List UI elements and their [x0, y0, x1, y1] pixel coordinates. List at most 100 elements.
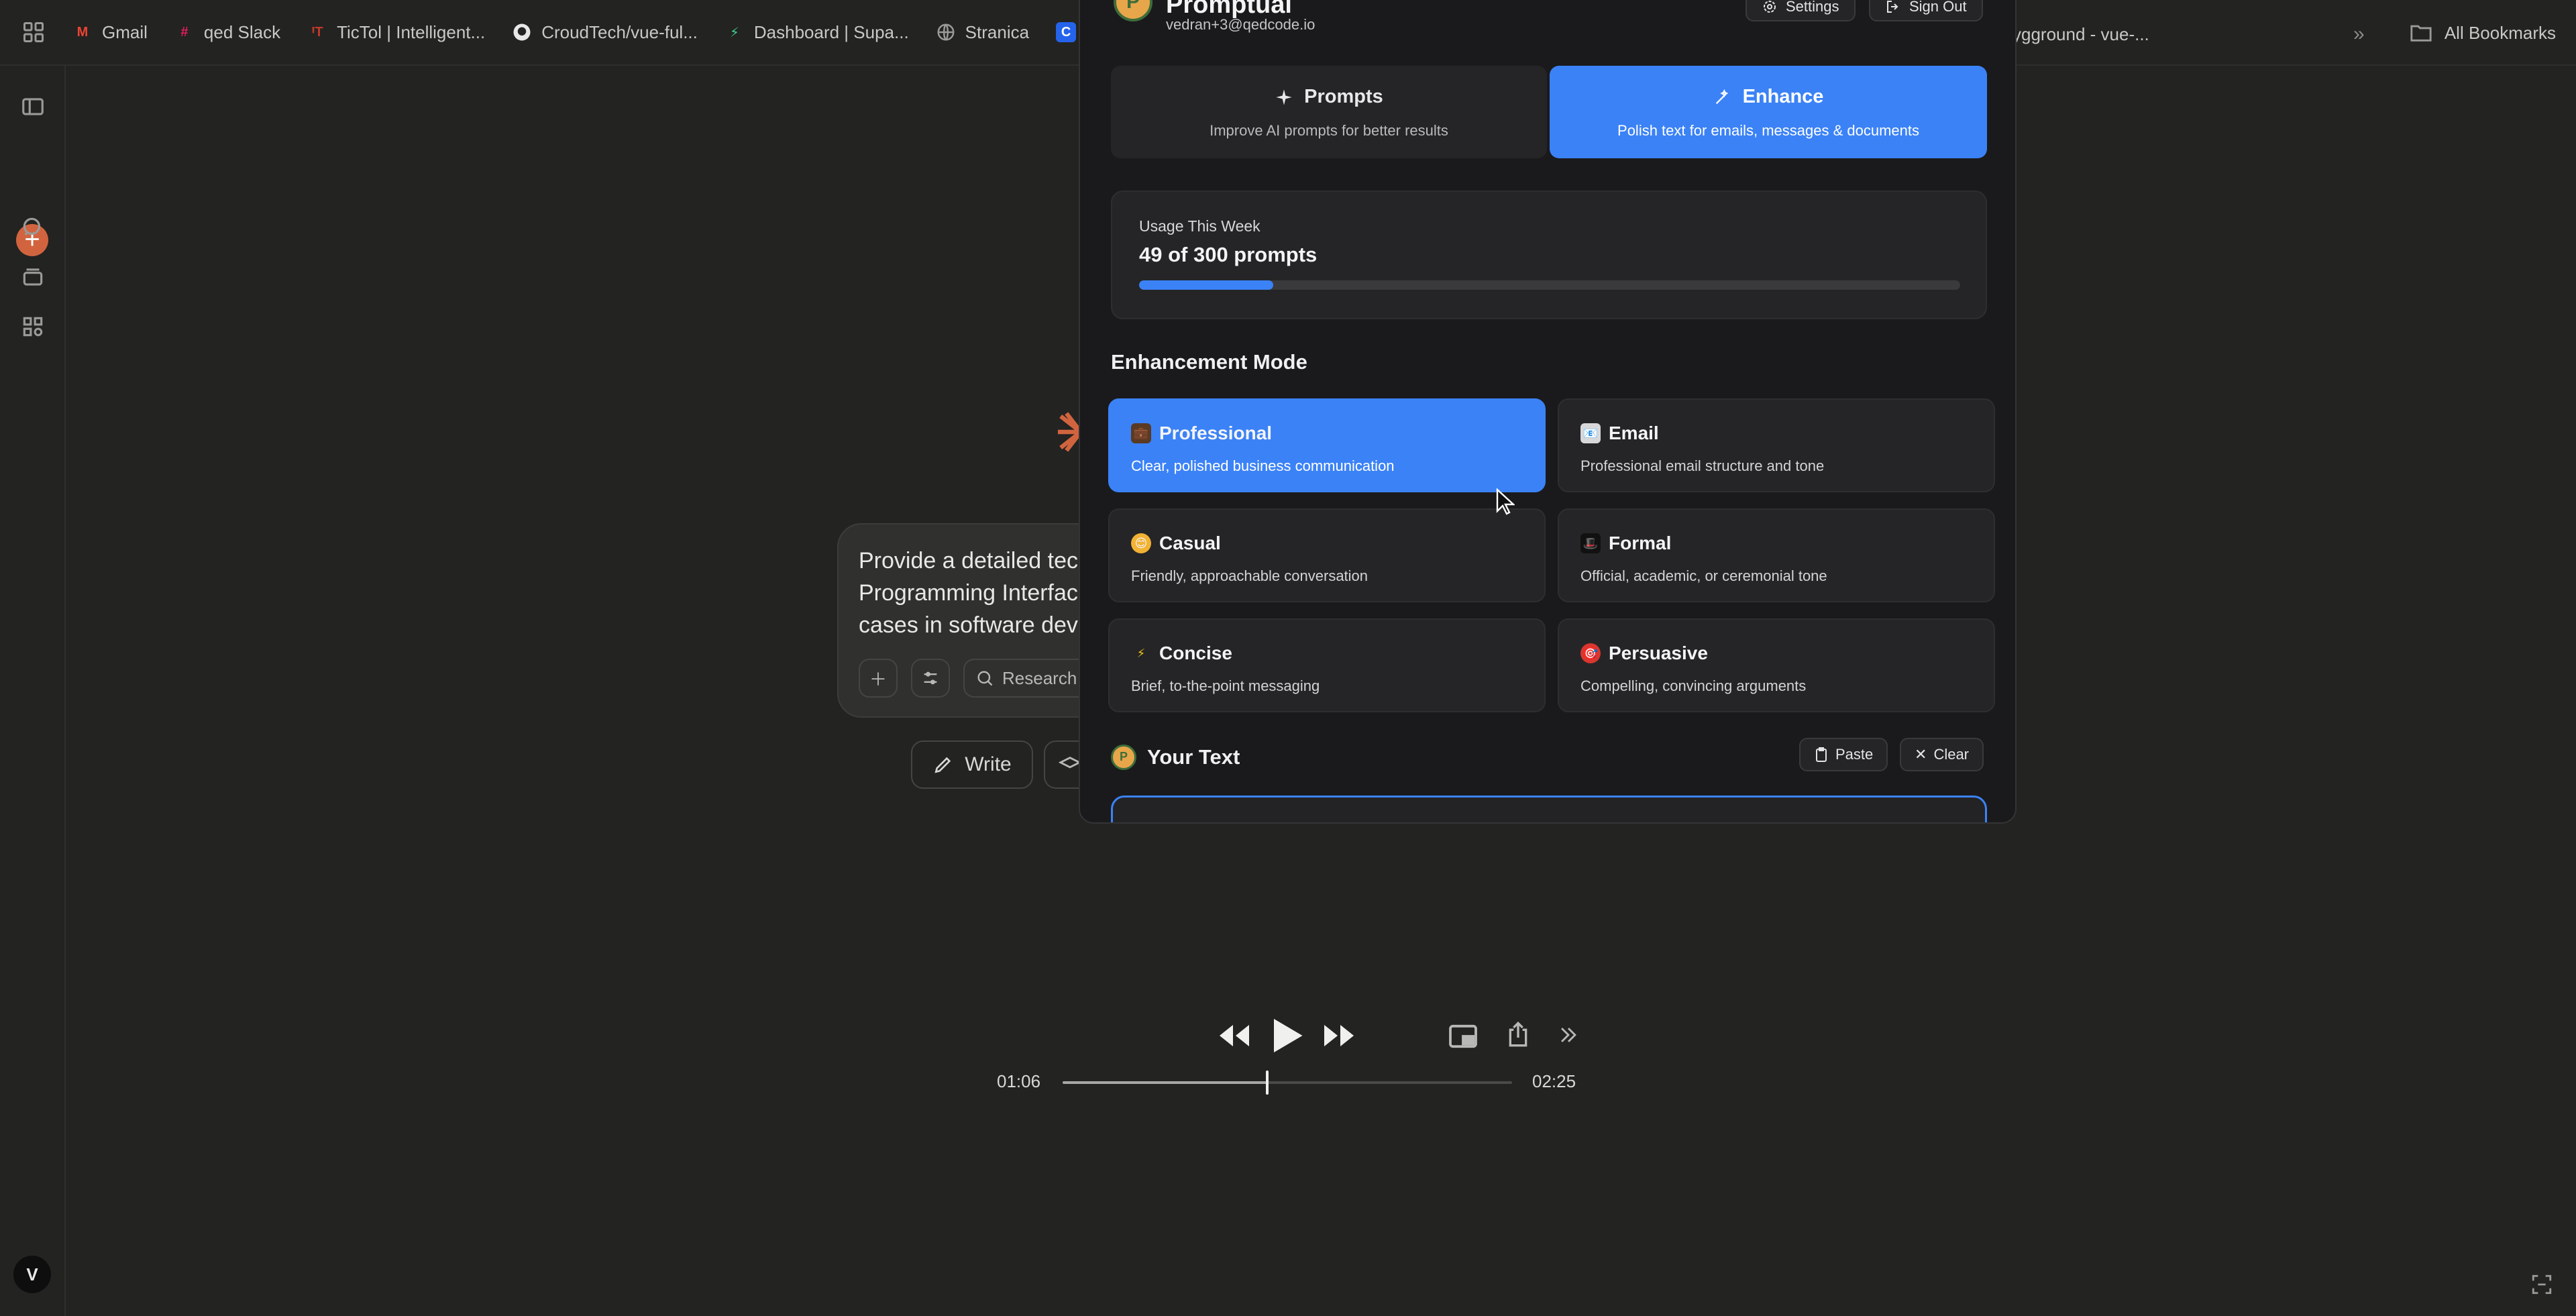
tools-button[interactable]: [911, 659, 950, 698]
clipboard-icon: [1816, 747, 1827, 762]
paste-label: Paste: [1835, 746, 1874, 763]
mode-title-label: Professional: [1159, 423, 1273, 443]
playback-progress: [1063, 1081, 1267, 1084]
research-button[interactable]: Research: [963, 659, 1097, 698]
bookmark-label: Stranica: [965, 21, 1030, 42]
graduation-cap-icon: [1058, 757, 1082, 769]
bookmark-tictol[interactable]: ꞋT TicTol | Intelligent...: [307, 21, 486, 43]
projects-icon[interactable]: [20, 264, 46, 290]
all-bookmarks[interactable]: All Bookmarks: [2410, 0, 2556, 66]
mode-concise[interactable]: ⚡ Concise Brief, to-the-point messaging: [1108, 618, 1546, 712]
tab-label: Enhance: [1742, 86, 1824, 107]
smile-icon: 😊: [1131, 533, 1151, 553]
fast-forward-icon[interactable]: [1322, 1022, 1356, 1049]
your-text-label: Your Text: [1147, 745, 1240, 769]
tab-prompts[interactable]: Prompts Improve AI prompts for better re…: [1111, 66, 1547, 158]
mode-persuasive[interactable]: 🎯 Persuasive Compelling, convincing argum…: [1558, 618, 1995, 712]
usage-progress-bar: [1139, 280, 1960, 290]
mode-desc: Friendly, approachable conversation: [1131, 567, 1368, 584]
artifacts-icon[interactable]: [20, 314, 46, 339]
mode-formal[interactable]: 🎩 Formal Official, academic, or ceremonia…: [1558, 508, 1995, 602]
mode-desc: Brief, to-the-point messaging: [1131, 677, 1320, 694]
tab-enhance[interactable]: Enhance Polish text for emails, messages…: [1550, 66, 1987, 158]
usage-label: Usage This Week: [1139, 217, 1260, 235]
pencil-icon: [934, 757, 951, 773]
usage-value: 49 of 300 prompts: [1139, 243, 1318, 266]
left-sidebar: + V: [0, 66, 66, 1316]
top-hat-icon: 🎩: [1580, 533, 1601, 553]
all-bookmarks-label: All Bookmarks: [2444, 22, 2556, 43]
total-time: 02:25: [1532, 1071, 1576, 1091]
capture-icon[interactable]: [2530, 1273, 2553, 1296]
tab-label: Prompts: [1304, 86, 1383, 107]
sidebar-toggle-icon[interactable]: [20, 94, 46, 119]
bookmark-partial[interactable]: ygground - vue-...: [2012, 24, 2149, 45]
settings-label: Settings: [1786, 0, 1839, 15]
mode-tabs: Prompts Improve AI prompts for better re…: [1111, 66, 1987, 158]
clear-label: Clear: [1933, 746, 1970, 763]
sliders-icon: [924, 671, 937, 685]
rewind-icon[interactable]: [1217, 1022, 1252, 1049]
mouse-cursor-icon: [1496, 488, 1515, 515]
add-attachment-button[interactable]: ＋: [859, 659, 898, 698]
settings-button[interactable]: Settings: [1746, 0, 1856, 21]
gmail-icon: M: [76, 24, 89, 40]
playback-thumb[interactable]: [1265, 1071, 1269, 1095]
mode-email[interactable]: 📧 Email Professional email structure and …: [1558, 398, 1995, 492]
write-label: Write: [965, 753, 1012, 775]
sign-out-button[interactable]: Sign Out: [1869, 0, 1983, 21]
mode-title: 😊 Casual: [1131, 533, 1221, 554]
clear-button[interactable]: ✕ Clear: [1900, 738, 1984, 771]
supabase-icon: ⚡: [729, 25, 739, 40]
bookmark-github[interactable]: CroudTech/vue-ful...: [512, 22, 698, 43]
bookmark-slack[interactable]: # qed Slack: [174, 22, 280, 43]
c-icon: C: [1056, 22, 1077, 42]
apps-grid-icon[interactable]: [21, 20, 46, 44]
tab-subtitle: Improve AI prompts for better results: [1210, 122, 1448, 139]
sign-out-icon: [1887, 1, 1898, 13]
playback-scrubber[interactable]: [1063, 1071, 1512, 1095]
bookmark-label: TicTol | Intelligent...: [337, 21, 486, 42]
tab-subtitle: Polish text for emails, messages & docum…: [1617, 122, 1919, 139]
more-chevrons-icon[interactable]: [1556, 1024, 1580, 1046]
gear-icon: [1764, 1, 1776, 13]
mode-title: ⚡ Concise: [1131, 643, 1232, 664]
bookmarks-overflow-icon[interactable]: »: [2353, 23, 2365, 46]
chats-icon[interactable]: [20, 215, 46, 240]
mode-casual[interactable]: 😊 Casual Friendly, approachable conversat…: [1108, 508, 1546, 602]
github-icon: [513, 23, 531, 41]
close-icon: ✕: [1915, 746, 1927, 763]
bookmark-gmail[interactable]: M Gmail: [72, 22, 148, 43]
mode-professional[interactable]: 💼 Professional Clear, polished business c…: [1108, 398, 1546, 492]
folder-icon: [2410, 25, 2432, 42]
picture-in-picture-icon[interactable]: [1448, 1024, 1479, 1049]
current-time: 01:06: [997, 1071, 1041, 1091]
bookmark-stranica[interactable]: Stranica: [936, 22, 1029, 43]
mode-desc: Clear, polished business communication: [1131, 457, 1395, 474]
promptual-popup: P Promptual vedran+3@qedcode.io Settings…: [1079, 0, 2017, 824]
mode-title-label: Persuasive: [1609, 643, 1708, 663]
mode-desc: Compelling, convincing arguments: [1580, 677, 1807, 694]
write-button[interactable]: Write: [911, 741, 1033, 789]
slack-icon: #: [180, 24, 189, 40]
research-icon: [977, 671, 993, 686]
mode-title: 💼 Professional: [1131, 423, 1272, 444]
mode-title-label: Concise: [1159, 643, 1232, 663]
user-email: vedran+3@qedcode.io: [1166, 16, 1316, 33]
mode-title-label: Email: [1609, 423, 1659, 443]
paste-button[interactable]: Paste: [1799, 738, 1888, 771]
lightning-icon: ⚡: [1136, 646, 1146, 660]
bookmark-label: CroudTech/vue-ful...: [541, 21, 698, 42]
share-icon[interactable]: [1505, 1021, 1531, 1048]
mode-title-label: Casual: [1159, 533, 1221, 553]
your-text-input[interactable]: [1111, 796, 1987, 822]
mode-title-label: Formal: [1609, 533, 1672, 553]
user-avatar[interactable]: V: [13, 1256, 51, 1293]
usage-progress-fill: [1139, 280, 1273, 290]
play-icon[interactable]: [1271, 1016, 1304, 1056]
bookmark-supabase[interactable]: ⚡ Dashboard | Supa...: [724, 22, 909, 43]
tictol-icon: ꞋT: [311, 24, 323, 40]
promptual-logo-icon: P: [1114, 0, 1152, 21]
bookmark-label: Dashboard | Supa...: [753, 21, 909, 42]
globe-icon: [937, 23, 955, 41]
